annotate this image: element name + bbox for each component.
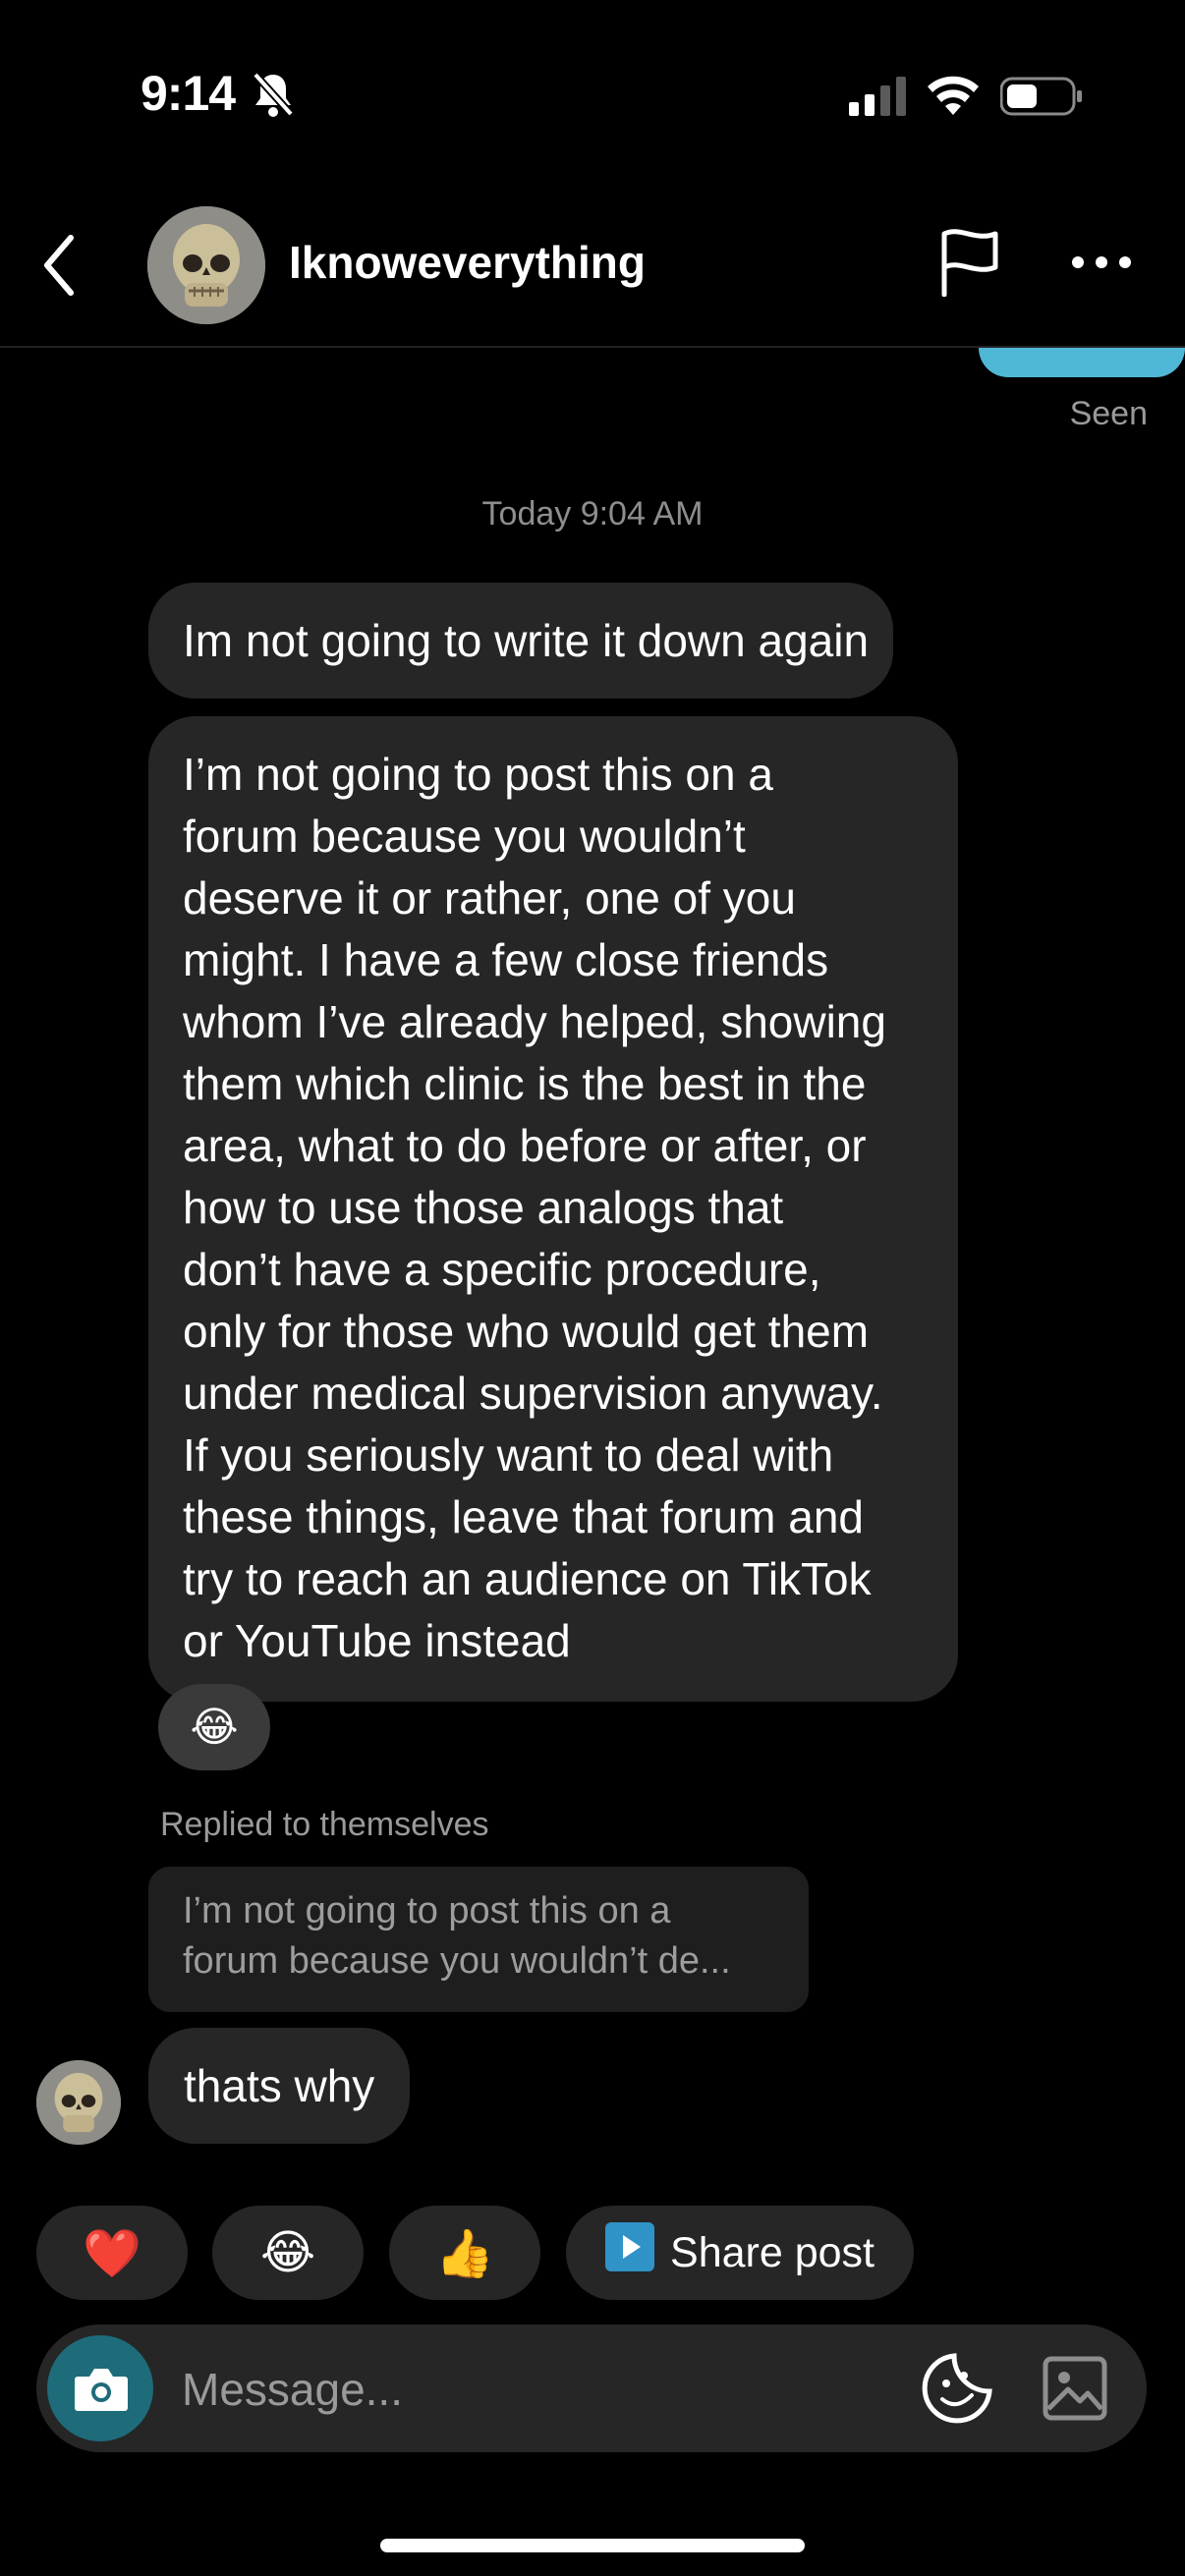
- quick-reaction-thumbs-up[interactable]: 👍: [389, 2206, 540, 2300]
- message-input[interactable]: [180, 2354, 773, 2425]
- message-reaction[interactable]: 😂: [158, 1684, 270, 1770]
- sent-message-bubble[interactable]: [979, 348, 1185, 377]
- message-bubble[interactable]: Im not going to write it down again: [148, 583, 894, 699]
- bell-slash-icon: [252, 71, 295, 123]
- status-time: 9:14: [141, 66, 236, 121]
- camera-button[interactable]: [47, 2335, 153, 2441]
- gallery-icon[interactable]: [1043, 2356, 1107, 2426]
- signal-icon: [849, 77, 908, 121]
- chat-username[interactable]: Iknoweverything: [289, 236, 646, 289]
- message-bubble[interactable]: thats why: [148, 2028, 411, 2144]
- sticker-icon[interactable]: [921, 2352, 993, 2430]
- seen-label: Seen: [1069, 395, 1148, 432]
- avatar[interactable]: [36, 2060, 121, 2145]
- battery-icon: [999, 77, 1083, 121]
- timestamp: Today 9:04 AM: [481, 495, 704, 532]
- message-composer: [36, 2324, 1147, 2452]
- status-bar: 9:14: [0, 0, 1185, 187]
- message-bubble[interactable]: I’m not going to post this on a forum be…: [148, 716, 958, 1702]
- chat-header: Iknoweverything: [0, 187, 1185, 348]
- home-indicator[interactable]: [380, 2539, 805, 2552]
- flag-icon[interactable]: [938, 228, 1001, 302]
- play-icon: [605, 2222, 655, 2283]
- skull-avatar-image: [147, 206, 265, 324]
- skull-avatar-image: [36, 2060, 121, 2145]
- reply-context-label: Replied to themselves: [160, 1806, 489, 1843]
- quoted-message[interactable]: I’m not going to post this on a forum be…: [148, 1867, 809, 2012]
- avatar[interactable]: [147, 206, 265, 324]
- share-post-button[interactable]: Share post: [566, 2206, 914, 2300]
- camera-icon: [74, 2367, 129, 2417]
- more-icon[interactable]: [1071, 255, 1132, 274]
- back-icon[interactable]: [39, 230, 79, 306]
- quick-reaction-heart[interactable]: ❤️: [36, 2206, 188, 2300]
- wifi-icon: [926, 73, 981, 121]
- quick-reaction-laugh[interactable]: 😂: [212, 2206, 364, 2300]
- share-post-label: Share post: [670, 2228, 875, 2276]
